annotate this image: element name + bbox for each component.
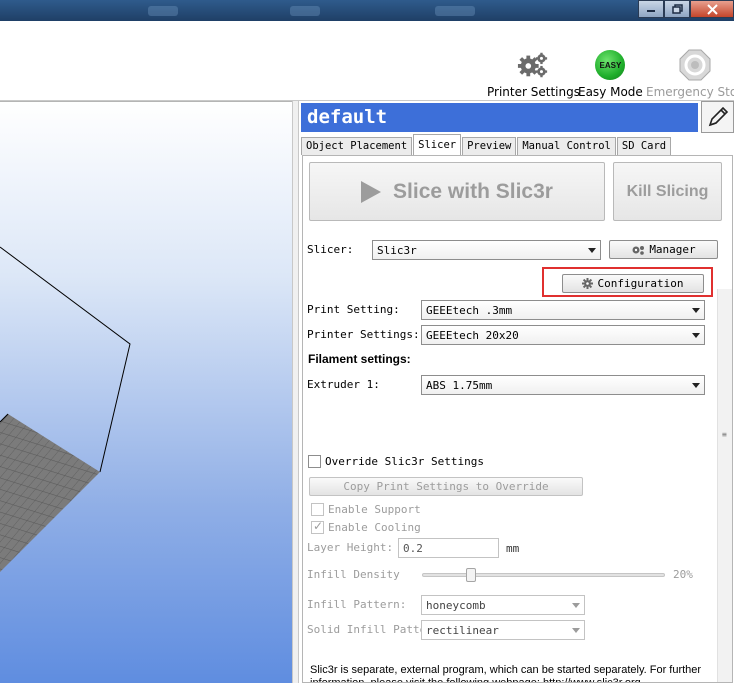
tab-preview[interactable]: Preview: [462, 137, 517, 155]
easy-mode-label: Easy Mode: [578, 85, 643, 99]
close-icon: [706, 3, 718, 15]
enable-support-checkbox[interactable]: [311, 503, 324, 516]
infill-pattern-label: Infill Pattern:: [307, 598, 407, 611]
kill-slicing-button[interactable]: Kill Slicing: [613, 162, 722, 221]
solid-infill-pattern-label: Solid Infill Patter: [307, 623, 433, 636]
slicer-tab-content: Slice with Slic3r Kill Slicing Slicer: S…: [302, 155, 733, 683]
right-panel: default Object Placement Slicer Preview …: [299, 101, 734, 683]
maximize-button[interactable]: [664, 0, 690, 18]
gears-icon: [517, 49, 549, 81]
chevron-down-icon: [692, 333, 700, 338]
enable-cooling-label: Enable Cooling: [328, 521, 421, 534]
slicer-select-value: Slic3r: [377, 244, 417, 257]
slice-button-label: Slice with Slic3r: [393, 179, 553, 203]
close-button[interactable]: [690, 0, 734, 18]
window-controls: [638, 0, 734, 18]
printer-settings-label: Printer Settings:: [307, 328, 420, 341]
manager-button-label: Manager: [649, 243, 696, 256]
extruder-value: ABS 1.75mm: [426, 379, 493, 392]
titlebar-blur: [435, 6, 475, 16]
slicer-label: Slicer:: [307, 243, 354, 256]
pencil-icon: [708, 106, 728, 127]
restore-icon: [671, 4, 683, 14]
slice-button[interactable]: Slice with Slic3r: [309, 162, 605, 221]
play-icon: [361, 180, 382, 203]
printer-settings-button[interactable]: Printer Settings: [487, 49, 580, 99]
emergency-stop-icon: [679, 49, 711, 81]
chevron-down-icon: [692, 383, 700, 388]
vertical-scrollbar[interactable]: ≡: [717, 289, 732, 682]
manager-button[interactable]: Manager: [609, 240, 718, 259]
enable-cooling-checkbox[interactable]: ✓: [311, 519, 324, 534]
print-bed-drawing: [0, 246, 131, 572]
gear-icon: [582, 278, 594, 289]
tab-slicer[interactable]: Slicer: [413, 134, 462, 155]
print-setting-select[interactable]: GEEEtech .3mm: [421, 300, 705, 320]
infill-pattern-select[interactable]: honeycomb: [421, 595, 585, 615]
minimize-button[interactable]: [638, 0, 664, 18]
tab-manual-control[interactable]: Manual Control: [517, 137, 616, 155]
infill-density-slider-thumb[interactable]: [465, 568, 476, 582]
checkmark-icon: ✓: [313, 519, 324, 533]
minimize-icon: [647, 10, 655, 12]
main-toolbar: Printer Settings EASY Easy Mode Emergenc…: [0, 21, 734, 101]
gears-icon: [632, 245, 645, 255]
override-label: Override Slic3r Settings: [325, 455, 484, 468]
extruder-label: Extruder 1:: [307, 378, 380, 391]
print-setting-value: GEEEtech .3mm: [426, 304, 513, 317]
titlebar-blur: [290, 6, 320, 16]
printer-settings-select[interactable]: GEEEtech 20x20: [421, 325, 705, 345]
layer-height-unit: mm: [506, 542, 520, 555]
chevron-down-icon: [692, 308, 700, 313]
titlebar-blur: [148, 6, 178, 16]
configuration-button-label: Configuration: [597, 277, 684, 290]
emergency-stop-label: Emergency Stop: [646, 85, 734, 99]
easy-mode-button[interactable]: EASY Easy Mode: [578, 49, 643, 99]
profile-title: default: [301, 103, 698, 132]
printer-settings-value: GEEEtech 20x20: [426, 329, 519, 342]
override-checkbox[interactable]: [308, 455, 321, 468]
easy-mode-icon: EASY: [594, 49, 626, 81]
window-titlebar: [0, 0, 734, 21]
layer-height-label: Layer Height:: [307, 541, 394, 554]
configuration-button[interactable]: Configuration: [562, 274, 704, 293]
chevron-down-icon: [572, 628, 580, 633]
infill-pattern-value: honeycomb: [426, 599, 486, 612]
slic3r-info-text: Slic3r is separate, external program, wh…: [310, 664, 702, 683]
tab-sd-card[interactable]: SD Card: [616, 137, 672, 155]
layer-height-input[interactable]: 0.2: [398, 538, 499, 558]
solid-infill-pattern-select[interactable]: rectilinear: [421, 620, 585, 640]
extruder-select[interactable]: ABS 1.75mm: [421, 375, 705, 395]
kill-slicing-label: Kill Slicing: [626, 182, 709, 200]
chevron-down-icon: [572, 603, 580, 608]
chevron-down-icon: [588, 248, 596, 253]
print-bed-grid: [0, 414, 100, 572]
printer-settings-label: Printer Settings: [487, 85, 580, 99]
slicer-select[interactable]: Slic3r: [372, 240, 601, 260]
tab-object-placement[interactable]: Object Placement: [301, 137, 413, 155]
print-setting-label: Print Setting:: [307, 303, 400, 316]
infill-density-slider-track[interactable]: [422, 573, 665, 577]
emergency-stop-button[interactable]: Emergency Stop: [646, 49, 734, 99]
3d-viewport[interactable]: [0, 101, 292, 683]
filament-settings-heading: Filament settings:: [308, 352, 411, 366]
infill-density-label: Infill Density: [307, 568, 400, 581]
copy-print-settings-label: Copy Print Settings to Override: [343, 480, 549, 493]
enable-support-label: Enable Support: [328, 503, 421, 516]
infill-density-value: 20%: [673, 568, 693, 581]
easy-badge: EASY: [595, 50, 626, 80]
splitter[interactable]: [292, 101, 299, 683]
copy-print-settings-button[interactable]: Copy Print Settings to Override: [309, 477, 583, 496]
scrollbar-grip-icon: ≡: [722, 430, 727, 439]
edit-button[interactable]: [701, 101, 734, 133]
panel-tabs: Object Placement Slicer Preview Manual C…: [301, 134, 672, 155]
solid-infill-pattern-value: rectilinear: [426, 624, 499, 637]
